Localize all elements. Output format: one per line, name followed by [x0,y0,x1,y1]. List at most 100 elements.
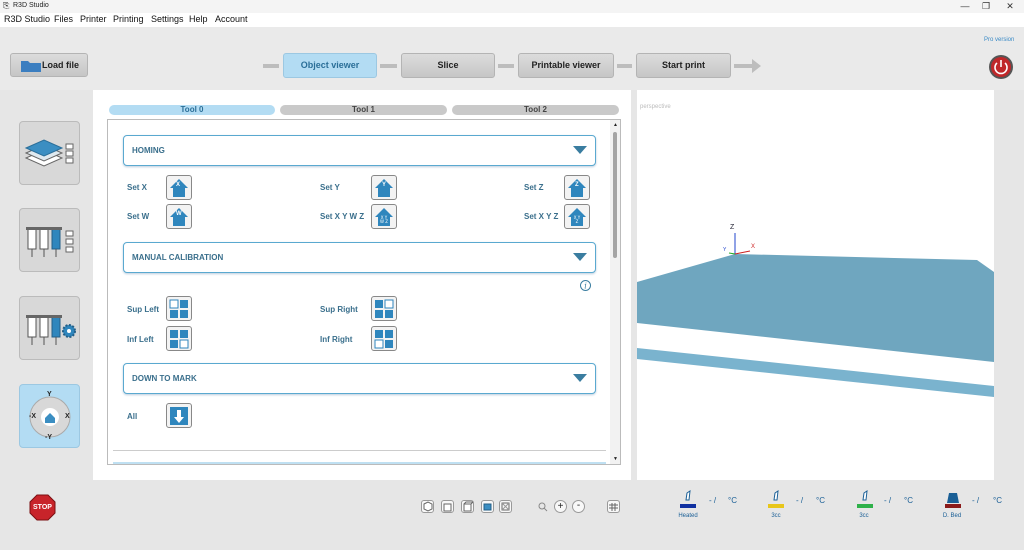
all-label: All [127,412,138,421]
grid-button[interactable] [607,500,620,513]
print-bed [637,233,994,397]
home-w-letter: W [176,211,182,217]
sidebar-layers-button[interactable] [19,121,80,185]
home-icon [170,179,188,197]
temp-3cc-2-unit: °C [904,496,913,505]
info-icon[interactable]: i [580,280,591,291]
down-all-button[interactable] [166,403,192,428]
temp-dbed-value: - / [972,496,980,505]
3d-viewer[interactable]: perspective Z Y X [637,90,994,480]
home-w-button[interactable]: W [166,204,192,229]
scroll-up-icon[interactable]: ▲ [613,122,618,128]
menu-printer[interactable]: Printer [80,14,107,24]
view-front-button[interactable] [441,500,454,513]
view-top-button[interactable] [481,500,494,513]
quadrant-icon [169,299,188,318]
controls-scroll-area: HOMING Set X X Set Y Y Set Z Z Set W W S… [107,119,621,465]
menu-account[interactable]: Account [215,14,248,24]
scrollbar[interactable]: ▲ ▼ [610,120,620,464]
temp-heated-value: - / [709,496,717,505]
power-icon[interactable] [988,54,1014,80]
layers-icon [24,139,74,167]
temp-heated-unit: °C [728,496,737,505]
fit-view-icon [501,502,510,511]
temp-3cc-1-value: - / [796,496,804,505]
zoom-in-icon[interactable]: + [554,500,567,513]
sidebar-jog-button[interactable]: Y -Y X -X [19,384,80,448]
cube-top-icon [483,503,492,511]
heated-bed-icon [680,490,696,508]
cube-side-icon [463,501,475,512]
jog-neg-x-label: -X [29,413,36,420]
home-all-icon: X YZ [568,208,586,226]
view-side-button[interactable] [461,500,475,513]
tab-tool-0[interactable]: Tool 0 [109,105,275,115]
syringes-gear-icon [26,315,76,345]
load-file-button[interactable]: Load file [10,53,88,77]
home-y-letter: Y [382,182,387,188]
view-iso-button[interactable] [421,500,434,513]
step-printable-viewer[interactable]: Printable viewer [518,53,614,78]
window-title: R3D Studio [13,2,49,9]
inf-left-button[interactable] [166,326,192,351]
inf-left-label: Inf Left [127,335,154,344]
home-y-button[interactable]: Y [371,175,397,200]
inf-right-button[interactable] [371,326,397,351]
set-xywz-label: Set X Y W Z [320,212,365,221]
down-to-mark-section-header[interactable]: DOWN TO MARK [123,363,596,394]
set-x-label: Set X [127,183,148,192]
svg-text:W Z: W Z [380,219,388,224]
maximize-button[interactable]: ❐ [976,0,996,13]
temp-dbed-unit: °C [993,496,1002,505]
manual-calibration-section-header[interactable]: MANUAL CALIBRATION [123,242,596,273]
sup-left-label: Sup Left [127,305,159,314]
folder-icon [21,61,41,72]
scroll-down-icon[interactable]: ▼ [613,456,618,462]
scrollbar-thumb[interactable] [613,132,617,258]
jog-neg-y-label: -Y [45,434,52,441]
sidebar-extruder-settings-button[interactable] [19,296,80,360]
home-z-button[interactable]: Z [564,175,590,200]
quadrant-icon [375,299,394,318]
tab-tool-1[interactable]: Tool 1 [280,105,447,115]
d-bed-icon [945,493,961,508]
menu-settings[interactable]: Settings [151,14,184,24]
home-xyz-button[interactable]: X YZ [564,204,590,229]
zoom-out-icon[interactable]: - [572,500,585,513]
temp-3cc-2-value: - / [884,496,892,505]
home-xywz-button[interactable]: X YW Z [371,204,397,229]
syringes-icon [26,227,74,257]
cube-front-icon [443,503,452,512]
home-z-letter: Z [575,182,579,188]
minimize-button[interactable]: — [955,0,975,13]
step-object-viewer[interactable]: Object viewer [283,53,377,78]
axis-y-label: Y [723,247,727,253]
temp-3cc-1-unit: °C [816,496,825,505]
sup-right-button[interactable] [371,296,397,321]
jog-x-label: X [65,413,70,420]
sidebar-extruders-button[interactable] [19,208,80,272]
step-start-print[interactable]: Start print [636,53,731,78]
home-icon [170,208,188,226]
close-button[interactable]: ✕ [1000,0,1020,13]
menu-printing[interactable]: Printing [113,14,144,24]
sup-left-button[interactable] [166,296,192,321]
grid-icon [609,503,618,511]
jog-y-label: Y [47,391,52,398]
menu-r3d-studio[interactable]: R3D Studio [4,14,50,24]
home-icon [375,179,393,197]
homing-section-header[interactable]: HOMING [123,135,596,166]
menu-files[interactable]: Files [54,14,73,24]
home-x-button[interactable]: X [166,175,192,200]
menu-bar: R3D Studio Files Printer Printing Settin… [0,13,1024,27]
tab-tool-2[interactable]: Tool 2 [452,105,619,115]
step-slice[interactable]: Slice [401,53,495,78]
chevron-down-icon [573,146,587,154]
chevron-down-icon [573,374,587,382]
menu-help[interactable]: Help [189,14,208,24]
zoom-magnifier-icon [538,502,548,512]
app-icon: ⎘ [3,1,10,10]
view-all-button[interactable] [499,500,512,513]
arrow-down-icon [170,407,188,425]
temp-3cc-2-label: 3cc [859,513,869,519]
